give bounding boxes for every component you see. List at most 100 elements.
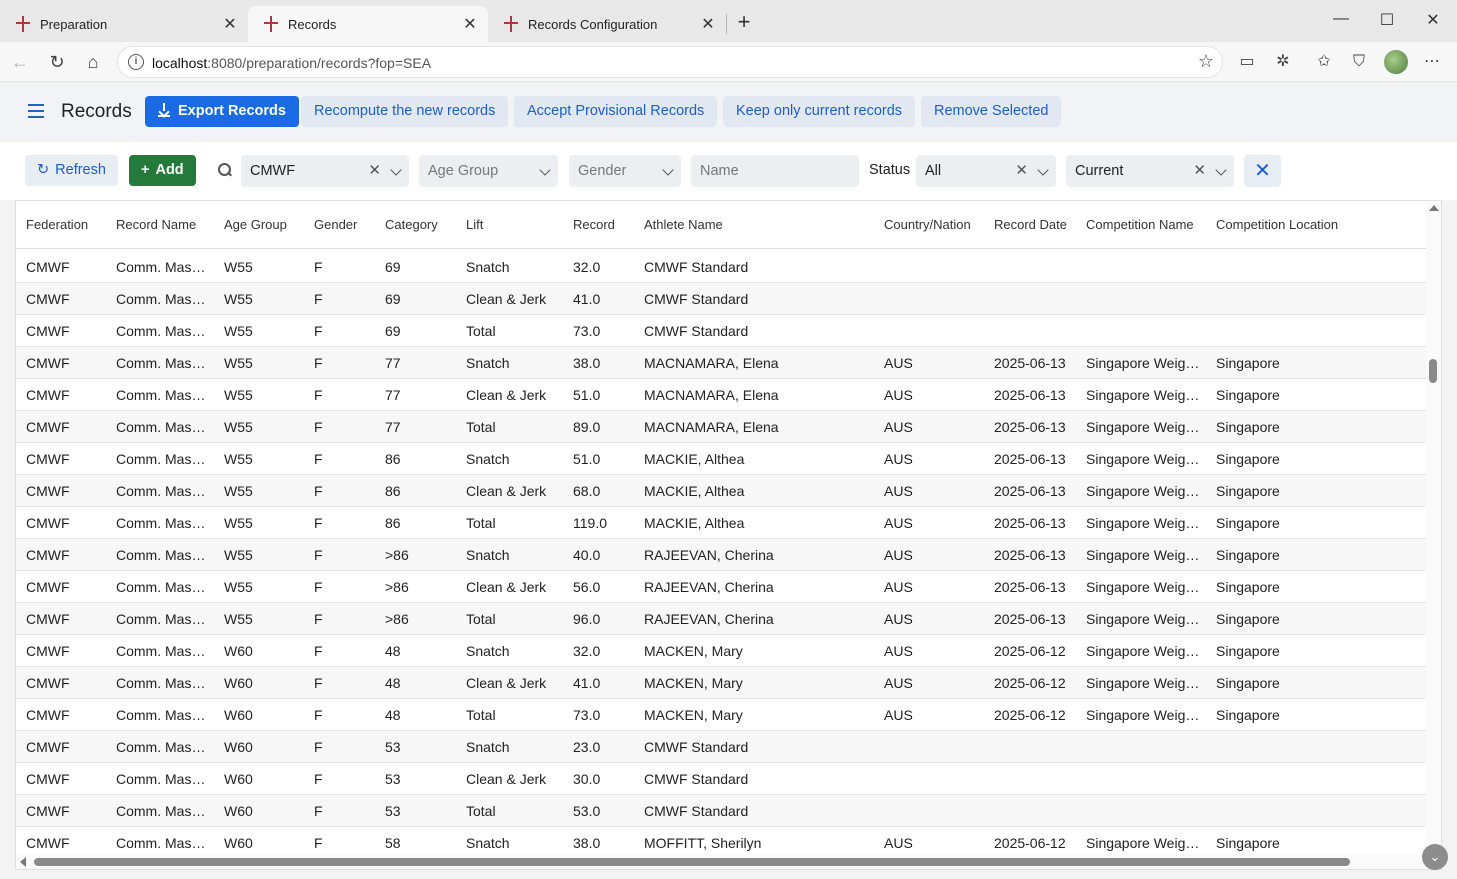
table-cell: Comm. Mas… xyxy=(116,259,206,275)
column-header-gender[interactable]: Gender xyxy=(314,217,374,232)
table-row[interactable]: CMWF Comm. Mas… W55 F 77 Snatch 38.0 MACNAMARA,… xyxy=(16,347,1427,379)
table-cell: 53 xyxy=(385,739,401,755)
favorite-star-icon[interactable]: ☆ xyxy=(1198,51,1214,72)
profile-avatar[interactable] xyxy=(1384,50,1408,74)
table-cell: CMWF Standard xyxy=(644,739,749,755)
age-group-filter[interactable]: Age Group xyxy=(419,155,558,187)
table-row[interactable]: CMWF Comm. Mas… W55 F >86 Total 96.0 RAJEEVAN, … xyxy=(16,603,1427,635)
column-header-category[interactable]: Category xyxy=(385,217,455,232)
split-screen-icon[interactable]: ▭ xyxy=(1235,50,1259,74)
column-header-athlete-name[interactable]: Athlete Name xyxy=(644,217,874,232)
vertical-scrollbar[interactable] xyxy=(1426,201,1441,856)
refresh-button[interactable]: ↻ Refresh xyxy=(25,155,118,186)
column-header-record-name[interactable]: Record Name xyxy=(116,217,216,232)
extensions-icon[interactable]: ✲ xyxy=(1271,50,1295,74)
home-icon[interactable]: ⌂ xyxy=(81,50,105,74)
horizontal-scrollbar[interactable] xyxy=(16,854,1441,869)
favorites-icon[interactable]: ✩ xyxy=(1312,50,1336,74)
table-cell: 53.0 xyxy=(573,803,601,819)
column-header-federation[interactable]: Federation xyxy=(26,217,114,232)
back-icon[interactable]: ← xyxy=(8,50,32,74)
current-filter[interactable]: Current ✕ xyxy=(1066,155,1234,187)
table-row[interactable]: CMWF Comm. Mas… W55 F 69 Clean & Jerk 41.0 CMWF… xyxy=(16,283,1427,315)
table-row[interactable]: CMWF Comm. Mas… W60 F 53 Total 53.0 CMWF Standa… xyxy=(16,795,1427,827)
status-label: Status xyxy=(869,162,911,178)
close-window-icon[interactable]: ✕ xyxy=(1422,10,1444,30)
table-cell: Singapore Weig… xyxy=(1086,643,1200,659)
table-cell: 32.0 xyxy=(573,259,601,275)
table-cell: MACNAMARA, Elena xyxy=(644,387,779,403)
more-options-icon[interactable]: ⋯ xyxy=(1420,50,1444,74)
table-cell: MACKIE, Althea xyxy=(644,515,745,531)
column-header-competition-name[interactable]: Competition Name xyxy=(1086,217,1206,232)
scroll-left-icon[interactable] xyxy=(20,857,26,867)
table-cell: 53 xyxy=(385,803,401,819)
table-row[interactable]: CMWF Comm. Mas… W55 F >86 Snatch 40.0 RAJEEVAN,… xyxy=(16,539,1427,571)
browser-tab-records[interactable]: Records ✕ xyxy=(248,6,488,42)
table-row[interactable]: CMWF Comm. Mas… W55 F 86 Clean & Jerk 68.0 MACK… xyxy=(16,475,1427,507)
chevron-down-icon[interactable] xyxy=(539,164,551,176)
maximize-icon[interactable]: ☐ xyxy=(1376,10,1398,30)
table-row[interactable]: CMWF Comm. Mas… W55 F >86 Clean & Jerk 56.0 RAJ… xyxy=(16,571,1427,603)
close-tab-icon[interactable]: ✕ xyxy=(462,14,478,34)
horizontal-scroll-thumb[interactable] xyxy=(34,858,1350,866)
chevron-down-icon[interactable] xyxy=(390,164,402,176)
table-cell: 2025-06-12 xyxy=(994,707,1066,723)
table-row[interactable]: CMWF Comm. Mas… W55 F 69 Snatch 32.0 CMWF Stand… xyxy=(16,251,1427,283)
column-header-competition-location[interactable]: Competition Location xyxy=(1216,217,1416,232)
table-row[interactable]: CMWF Comm. Mas… W55 F 69 Total 73.0 CMWF Standa… xyxy=(16,315,1427,347)
column-header-record[interactable]: Record xyxy=(573,217,633,232)
minimize-icon[interactable]: — xyxy=(1330,10,1352,28)
clear-federation-icon[interactable]: ✕ xyxy=(368,155,381,187)
accept-provisional-button[interactable]: Accept Provisional Records xyxy=(514,96,718,127)
table-cell: Comm. Mas… xyxy=(116,291,206,307)
reload-icon[interactable]: ↻ xyxy=(45,50,69,74)
name-filter-input[interactable]: Name xyxy=(691,155,859,187)
column-header-country[interactable]: Country/Nation xyxy=(884,217,984,232)
column-header-record-date[interactable]: Record Date xyxy=(994,217,1079,232)
column-header-age-group[interactable]: Age Group xyxy=(224,217,304,232)
remove-selected-button[interactable]: Remove Selected xyxy=(921,96,1062,127)
overlay-chevron-icon[interactable]: ⌄ xyxy=(1422,844,1448,870)
table-cell: Singapore xyxy=(1216,611,1280,627)
browser-tab-bar: Preparation ✕ Records ✕ Records Configur… xyxy=(0,0,1457,42)
add-button[interactable]: + Add xyxy=(129,155,196,186)
scroll-up-icon[interactable] xyxy=(1429,205,1439,211)
chevron-down-icon[interactable] xyxy=(662,164,674,176)
export-records-button[interactable]: Export Records xyxy=(145,96,299,127)
table-row[interactable]: CMWF Comm. Mas… W60 F 48 Clean & Jerk 41.0 MACK… xyxy=(16,667,1427,699)
chevron-down-icon[interactable] xyxy=(1215,164,1227,176)
clear-status-icon[interactable]: ✕ xyxy=(1015,155,1028,187)
table-row[interactable]: CMWF Comm. Mas… W60 F 48 Total 73.0 MACKEN, Mar… xyxy=(16,699,1427,731)
menu-toggle-icon[interactable] xyxy=(28,104,44,118)
close-tab-icon[interactable]: ✕ xyxy=(700,14,716,34)
close-tab-icon[interactable]: ✕ xyxy=(222,14,238,34)
column-header-lift[interactable]: Lift xyxy=(466,217,566,232)
table-cell: Total xyxy=(466,419,496,435)
table-row[interactable]: CMWF Comm. Mas… W55 F 77 Total 89.0 MACNAMARA, … xyxy=(16,411,1427,443)
federation-filter[interactable]: CMWF ✕ xyxy=(241,155,409,187)
chevron-down-icon[interactable] xyxy=(1037,164,1049,176)
gender-filter[interactable]: Gender xyxy=(569,155,681,187)
table-row[interactable]: CMWF Comm. Mas… W60 F 48 Snatch 32.0 MACKEN, Ma… xyxy=(16,635,1427,667)
table-cell: CMWF xyxy=(26,387,70,403)
table-row[interactable]: CMWF Comm. Mas… W55 F 86 Total 119.0 MACKIE, Al… xyxy=(16,507,1427,539)
status-filter[interactable]: All ✕ xyxy=(916,155,1056,187)
table-row[interactable]: CMWF Comm. Mas… W55 F 86 Snatch 51.0 MACKIE, Al… xyxy=(16,443,1427,475)
clear-current-icon[interactable]: ✕ xyxy=(1193,155,1206,187)
vertical-scroll-thumb[interactable] xyxy=(1429,359,1437,383)
table-cell: F xyxy=(314,259,323,275)
table-row[interactable]: CMWF Comm. Mas… W55 F 77 Clean & Jerk 51.0 MACN… xyxy=(16,379,1427,411)
clear-filters-button[interactable]: ✕ xyxy=(1244,155,1281,187)
table-cell: Singapore xyxy=(1216,707,1280,723)
recompute-records-button[interactable]: Recompute the new records xyxy=(301,96,509,127)
table-row[interactable]: CMWF Comm. Mas… W60 F 53 Clean & Jerk 30.0 CMWF… xyxy=(16,763,1427,795)
browser-tab-records-configuration[interactable]: Records Configuration ✕ xyxy=(488,6,726,42)
browser-tab-preparation[interactable]: Preparation ✕ xyxy=(0,6,248,42)
site-info-icon[interactable]: i xyxy=(128,54,144,70)
new-tab-icon[interactable]: + xyxy=(733,10,755,34)
keep-current-records-button[interactable]: Keep only current records xyxy=(723,96,916,127)
browser-essentials-icon[interactable]: ⛉ xyxy=(1347,50,1371,74)
table-row[interactable]: CMWF Comm. Mas… W60 F 53 Snatch 23.0 CMWF Stand… xyxy=(16,731,1427,763)
url-field[interactable]: i localhost:8080/preparation/records?fop… xyxy=(117,46,1223,78)
